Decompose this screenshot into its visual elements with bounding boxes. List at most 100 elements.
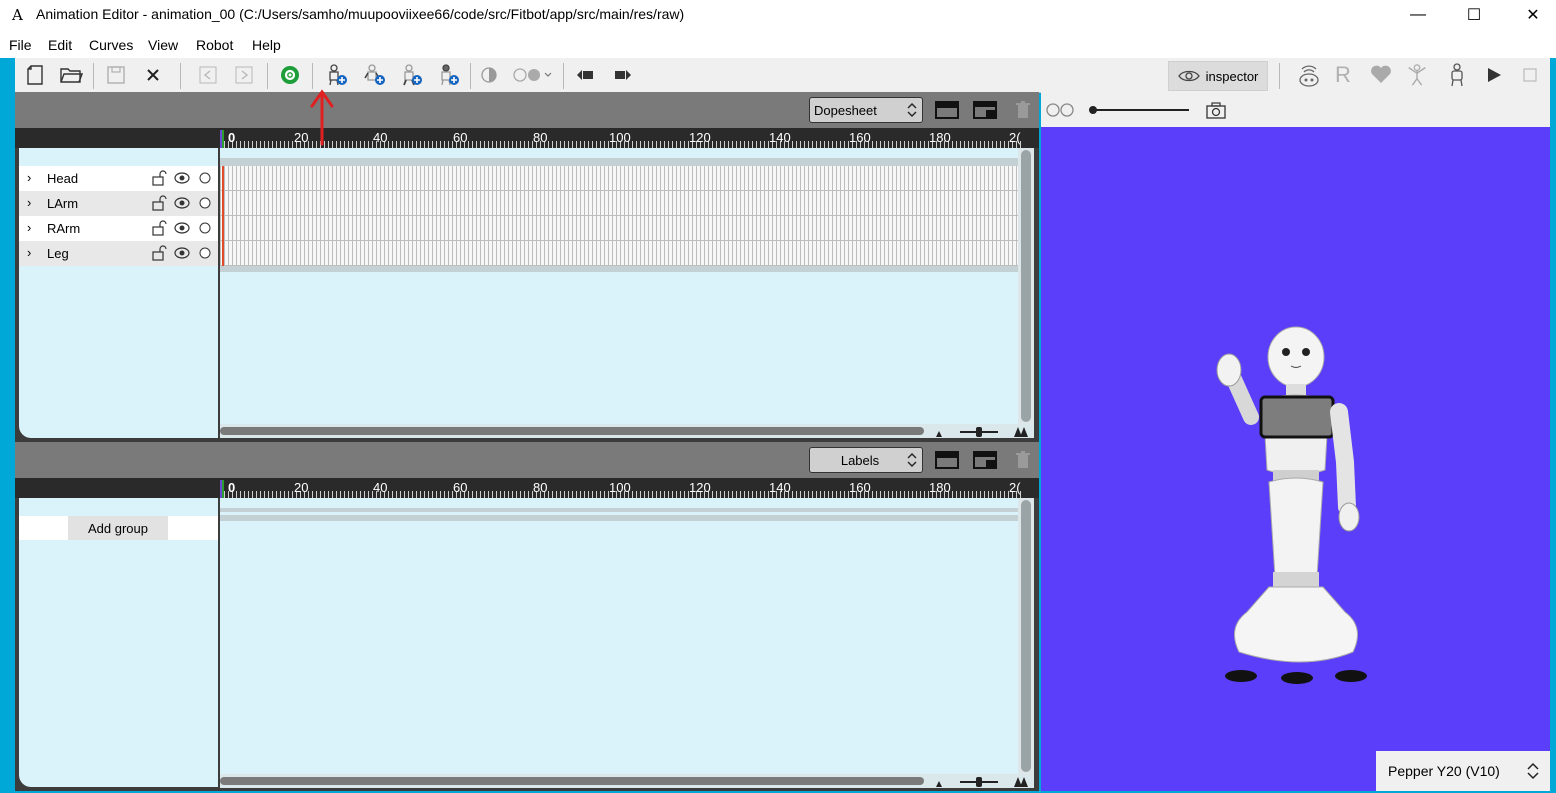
- open-folder-button[interactable]: [59, 65, 83, 85]
- next-keyframe-button[interactable]: [611, 65, 635, 85]
- robot-view-button[interactable]: [1445, 63, 1469, 87]
- expand-chevron-icon[interactable]: ›: [27, 170, 31, 185]
- menu-robot[interactable]: Robot: [196, 37, 233, 53]
- ruler-label: 100: [609, 130, 631, 145]
- dopesheet-timeline[interactable]: [220, 148, 1018, 424]
- close-x-icon: [147, 69, 159, 81]
- record-circle-icon[interactable]: [199, 197, 211, 209]
- unlock-icon[interactable]: [151, 195, 167, 211]
- trash-icon: [1016, 101, 1030, 118]
- dopesheet-hscroll-bar: [220, 424, 1034, 438]
- ruler-label: 2(: [1009, 480, 1021, 495]
- delete-button[interactable]: [1016, 101, 1030, 122]
- track-row-rarm[interactable]: › RArm: [19, 216, 218, 241]
- hscroll-thumb[interactable]: [220, 427, 924, 435]
- visibility-icon[interactable]: [174, 171, 190, 185]
- reset-robot-button[interactable]: R: [1331, 62, 1355, 87]
- robot-legs-add-icon: [403, 64, 422, 86]
- dopesheet-vscroll[interactable]: [1018, 148, 1034, 424]
- expand-chevron-icon[interactable]: ›: [27, 195, 31, 210]
- minimize-button[interactable]: —: [1395, 0, 1441, 30]
- settings-button[interactable]: [278, 65, 302, 85]
- mirror-button[interactable]: [477, 65, 501, 85]
- menu-curves[interactable]: Curves: [89, 37, 133, 53]
- split-layout-button[interactable]: [973, 451, 997, 472]
- menu-edit[interactable]: Edit: [48, 37, 72, 53]
- ruler-label: 40: [373, 130, 388, 145]
- record-circle-icon[interactable]: [199, 247, 211, 259]
- robot-3d-viewer[interactable]: [1041, 127, 1550, 791]
- collapse-layout-button[interactable]: [935, 101, 959, 122]
- scroll-thumb[interactable]: [1021, 150, 1031, 422]
- onion-skin-dropdown[interactable]: [509, 65, 555, 85]
- stop-button[interactable]: [1518, 65, 1542, 85]
- zoom-slider[interactable]: [932, 425, 1032, 438]
- close-file-button[interactable]: [141, 65, 165, 85]
- delete-button[interactable]: [1016, 451, 1030, 472]
- add-arms-keyframe-button[interactable]: [362, 64, 386, 85]
- add-group-button[interactable]: Add group: [68, 516, 168, 540]
- robot-figure-icon: [1451, 63, 1463, 87]
- new-file-icon: [27, 65, 43, 85]
- main-toolbar: inspector R: [15, 58, 1550, 93]
- collapse-layout-button[interactable]: [935, 451, 959, 472]
- new-file-button[interactable]: [23, 65, 47, 85]
- previous-keyframe-button[interactable]: [573, 65, 597, 85]
- stiffness-button[interactable]: [1369, 65, 1393, 85]
- labels-ruler[interactable]: 0 20 40 60 80 100 120 140 160 180 2(: [15, 478, 1039, 498]
- viewer-slider[interactable]: [1087, 102, 1191, 118]
- camera-icon[interactable]: [1205, 101, 1227, 119]
- visibility-icon[interactable]: [174, 221, 190, 235]
- add-legs-keyframe-button[interactable]: [399, 64, 423, 86]
- posture-button[interactable]: [1405, 64, 1429, 86]
- menu-help[interactable]: Help: [252, 37, 281, 53]
- menu-file[interactable]: File: [9, 37, 32, 53]
- layout-top-icon: [935, 451, 959, 469]
- ruler-label: 120: [689, 480, 711, 495]
- ruler-label: 180: [929, 130, 951, 145]
- labels-mode-select[interactable]: Labels: [809, 447, 923, 473]
- add-robot-keyframe-button[interactable]: [324, 64, 348, 86]
- half-circle-icon: [481, 67, 497, 83]
- expand-chevron-icon[interactable]: ›: [27, 220, 31, 235]
- robot-connect-button[interactable]: [1295, 65, 1323, 87]
- record-circle-icon[interactable]: [199, 222, 211, 234]
- visibility-icon[interactable]: [174, 246, 190, 260]
- undo-button[interactable]: [196, 65, 220, 85]
- record-circle-icon[interactable]: [199, 172, 211, 184]
- dopesheet-mode-select[interactable]: Dopesheet: [809, 97, 923, 123]
- track-name: Leg: [47, 246, 69, 261]
- labels-vscroll[interactable]: [1018, 498, 1034, 774]
- unlock-icon[interactable]: [151, 220, 167, 236]
- inspector-button[interactable]: inspector: [1168, 61, 1268, 91]
- robot-model-select[interactable]: Pepper Y20 (V10): [1376, 751, 1550, 791]
- eye-icon: [1177, 70, 1200, 82]
- dopesheet-ruler[interactable]: 0 20 40 60 80 100 120 140 160 180 2(: [15, 128, 1039, 148]
- toolbar-separator: [470, 63, 471, 89]
- onion-skin-icon[interactable]: [1045, 102, 1081, 118]
- menu-view[interactable]: View: [148, 37, 178, 53]
- maximize-button[interactable]: ☐: [1451, 0, 1497, 30]
- ruler-label: 60: [453, 480, 468, 495]
- save-button[interactable]: [104, 65, 128, 85]
- unlock-icon[interactable]: [151, 245, 167, 261]
- track-row-larm[interactable]: › LArm: [19, 191, 218, 216]
- track-row-head[interactable]: › Head: [19, 166, 218, 191]
- add-group-label: Add group: [88, 520, 148, 536]
- add-head-keyframe-button[interactable]: [436, 64, 460, 86]
- timeline-bottom-row: [220, 515, 1018, 521]
- prev-keyframe-icon: [577, 70, 593, 80]
- track-row-leg[interactable]: › Leg: [19, 241, 218, 266]
- viewer-toolbar: [1041, 92, 1550, 127]
- visibility-icon[interactable]: [174, 196, 190, 210]
- hscroll-thumb[interactable]: [220, 777, 924, 785]
- redo-button[interactable]: [232, 65, 256, 85]
- play-button[interactable]: [1482, 65, 1506, 85]
- unlock-icon[interactable]: [151, 170, 167, 186]
- labels-timeline[interactable]: [220, 498, 1018, 774]
- close-window-button[interactable]: ✕: [1510, 0, 1556, 30]
- zoom-slider[interactable]: [932, 775, 1032, 788]
- scroll-thumb[interactable]: [1021, 500, 1031, 772]
- split-layout-button[interactable]: [973, 101, 997, 122]
- expand-chevron-icon[interactable]: ›: [27, 245, 31, 260]
